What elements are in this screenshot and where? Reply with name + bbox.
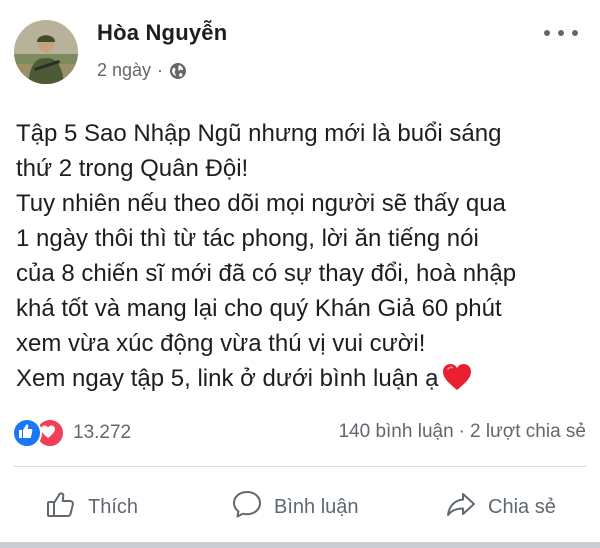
like-icon: [12, 418, 42, 448]
post-text-line: Tuy nhiên nếu theo dõi mọi người sẽ thấy…: [16, 190, 506, 217]
avatar-photo: [14, 20, 78, 84]
share-count-link[interactable]: 2 lượt chia sẻ: [470, 421, 586, 442]
action-bar: Thích Bình luận Chia sẻ: [0, 484, 600, 530]
thumbs-up-icon: [44, 487, 88, 527]
comment-button[interactable]: Bình luận: [230, 484, 359, 530]
reaction-count: 13.272: [73, 422, 132, 443]
comment-label: Bình luận: [274, 495, 359, 518]
meta-separator: ·: [157, 60, 164, 80]
divider: [14, 466, 586, 467]
post-timestamp[interactable]: 2 ngày: [97, 60, 151, 81]
more-dot: [544, 30, 550, 36]
post-text-line: Xem ngay tập 5, link ở dưới bình luận ạ: [16, 365, 439, 392]
more-options-button[interactable]: [544, 22, 578, 44]
comment-count-link[interactable]: 140 bình luận: [338, 421, 453, 442]
share-label: Chia sẻ: [488, 495, 556, 518]
post-text-line: xem vừa xúc động vừa thú vị vui cười!: [16, 330, 426, 357]
more-dot: [572, 30, 578, 36]
heart-emoji-icon: [442, 363, 472, 391]
more-dot: [558, 30, 564, 36]
like-label: Thích: [88, 495, 139, 518]
share-arrow-icon: [444, 487, 488, 527]
post-text-line: thứ 2 trong Quân Đội!: [16, 155, 249, 182]
bottom-edge: [0, 542, 600, 548]
post-text-line: khá tốt và mang lại cho quý Khán Giả 60 …: [16, 295, 502, 322]
post-text-line-last: Xem ngay tập 5, link ở dưới bình luận ạ: [16, 361, 586, 396]
post-text-line: Tập 5 Sao Nhập Ngũ nhưng mới là buổi sán…: [16, 120, 502, 147]
post-text-line: 1 ngày thôi thì từ tác phong, lời ăn tiế…: [16, 225, 479, 252]
engagement-stats: 140 bình luận · 2 lượt chia sẻ: [338, 421, 586, 443]
globe-icon[interactable]: [169, 62, 187, 80]
reactions-summary[interactable]: 13.272: [12, 418, 131, 448]
comment-bubble-icon: [230, 487, 274, 527]
post-meta: 2 ngày ·: [97, 60, 187, 81]
post-text: Tập 5 Sao Nhập Ngũ nhưng mới là buổi sán…: [16, 116, 586, 396]
author-name[interactable]: Hòa Nguyễn: [97, 20, 227, 46]
post-text-line: của 8 chiến sĩ mới đã có sự thay đổi, ho…: [16, 260, 517, 287]
like-button[interactable]: Thích: [44, 484, 138, 530]
facebook-post: Hòa Nguyễn 2 ngày · Tập 5 Sao Nhập Ngũ n…: [0, 0, 600, 548]
stats-separator: ·: [458, 421, 465, 442]
avatar[interactable]: [14, 20, 78, 84]
share-button[interactable]: Chia sẻ: [444, 484, 556, 530]
